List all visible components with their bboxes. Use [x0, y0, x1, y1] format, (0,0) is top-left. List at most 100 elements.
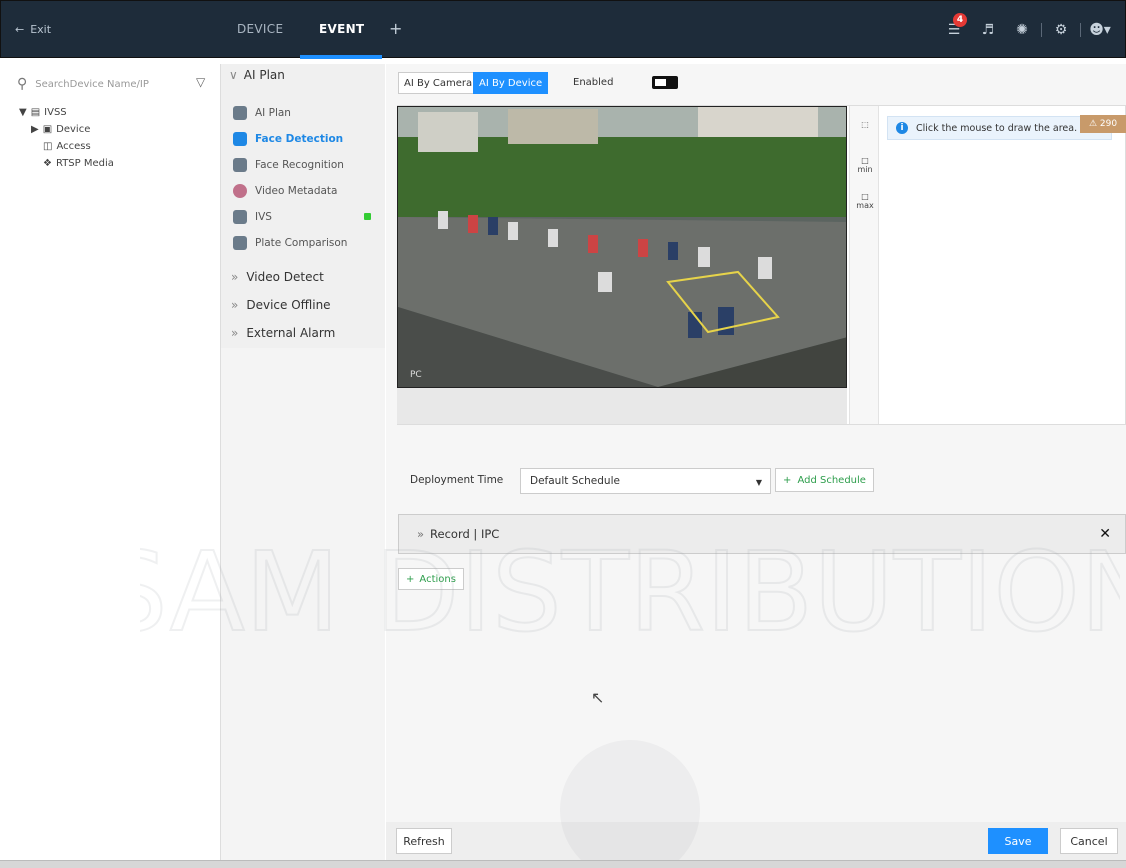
- plus-icon: +: [406, 573, 415, 585]
- menu-item-face-detection[interactable]: Face Detection: [233, 126, 371, 152]
- menu-item-label: Video Metadata: [255, 185, 338, 197]
- warning-icon: ⚠: [1088, 119, 1100, 129]
- refresh-button[interactable]: Refresh: [396, 828, 452, 854]
- enabled-status-indicator: [364, 213, 371, 220]
- camera-preview[interactable]: PC: [397, 106, 847, 388]
- notification-badge: 4: [953, 13, 967, 27]
- mouse-cursor-icon: ↖: [591, 688, 605, 707]
- ai-plan-icon: [233, 106, 247, 120]
- tab-device[interactable]: DEVICE: [237, 22, 283, 36]
- task-list-icon[interactable]: ☰ 4: [939, 13, 969, 41]
- tab-ai-by-device[interactable]: AI By Device: [473, 72, 549, 94]
- warning-badge[interactable]: ⚠ 290: [1080, 115, 1126, 133]
- filter-icon[interactable]: ▽: [196, 75, 205, 89]
- network-icon[interactable]: ✺: [1007, 19, 1037, 41]
- preview-footer: [397, 388, 847, 424]
- horizontal-scrollbar[interactable]: [0, 860, 1126, 868]
- device-tree: ▼ ▤ IVSS ▶ ▣ Device ◫ Access ❖ RTSP Medi…: [19, 104, 114, 172]
- expand-icon: »: [417, 527, 425, 541]
- exit-label: Exit: [30, 23, 52, 36]
- user-icon[interactable]: ☻▾: [1085, 19, 1115, 41]
- tree-item-rtsp-media[interactable]: ❖ RTSP Media: [19, 155, 114, 172]
- top-toolbar: ☰ 4 ♬ ✺ ⚙ ☻▾: [939, 13, 1115, 41]
- draw-hint: i Click the mouse to draw the area.: [887, 116, 1112, 140]
- face-recognition-icon: [233, 158, 247, 172]
- gear-icon[interactable]: ⚙: [1046, 19, 1076, 41]
- section-label: Device Offline: [246, 298, 331, 312]
- back-arrow-icon: ←: [15, 23, 25, 36]
- menu-item-face-recognition[interactable]: Face Recognition: [233, 152, 371, 178]
- ivs-icon: [233, 210, 247, 224]
- tool-label: min: [857, 165, 873, 174]
- exit-button[interactable]: ← Exit: [15, 23, 51, 36]
- add-actions-button[interactable]: + Actions: [398, 568, 464, 590]
- menu-item-label: Plate Comparison: [255, 237, 348, 249]
- menu-item-ivs[interactable]: IVS: [233, 204, 371, 230]
- active-tab-indicator: [300, 55, 382, 59]
- chevron-down-icon: ▼: [755, 478, 762, 487]
- plus-icon: +: [783, 474, 792, 486]
- ai-plan-group: ∨ AI Plan AI Plan Face Detection Face Re…: [221, 64, 385, 348]
- section-video-detect[interactable]: » Video Detect: [231, 270, 324, 284]
- close-icon[interactable]: ✕: [1099, 526, 1111, 542]
- ai-plan-header[interactable]: ∨ AI Plan: [229, 68, 285, 82]
- section-external-alarm[interactable]: » External Alarm: [231, 326, 335, 340]
- search-placeholder: SearchDevice Name/IP: [35, 78, 149, 90]
- expand-icon: »: [231, 298, 239, 312]
- expand-icon[interactable]: ▼: [19, 107, 27, 118]
- section-label: External Alarm: [246, 326, 336, 340]
- menu-blank-area: [221, 348, 385, 860]
- divider: [1080, 23, 1081, 37]
- record-action-bar[interactable]: » Record | IPC ✕: [398, 514, 1126, 554]
- collapse-icon: ∨: [229, 68, 238, 82]
- record-label: Record | IPC: [430, 527, 500, 541]
- ai-plan-header-label: AI Plan: [243, 68, 285, 82]
- menu-item-ai-plan[interactable]: AI Plan: [233, 100, 371, 126]
- expand-icon[interactable]: ▶: [31, 124, 39, 135]
- tree-root[interactable]: ▼ ▤ IVSS: [19, 104, 114, 121]
- section-device-offline[interactable]: » Device Offline: [231, 298, 331, 312]
- menu-item-label: Face Recognition: [255, 159, 344, 171]
- menu-item-label: AI Plan: [255, 107, 291, 119]
- menu-item-plate-comparison[interactable]: Plate Comparison: [233, 230, 371, 256]
- schedule-value: Default Schedule: [530, 475, 620, 487]
- menu-item-label: Face Detection: [255, 133, 344, 145]
- tree-item-access[interactable]: ◫ Access: [19, 138, 114, 155]
- add-schedule-button[interactable]: + Add Schedule: [775, 468, 874, 492]
- max-size-icon[interactable]: □ max: [854, 192, 876, 214]
- divider: [1041, 23, 1042, 37]
- face-detection-icon: [233, 132, 247, 146]
- schedule-select[interactable]: Default Schedule ▼: [520, 468, 771, 494]
- ivss-icon: ▤: [30, 107, 41, 118]
- alarm-icon[interactable]: ♬: [973, 19, 1003, 41]
- add-tab-icon[interactable]: +: [389, 19, 402, 38]
- tree-root-label: IVSS: [44, 107, 67, 118]
- enabled-toggle[interactable]: [652, 76, 678, 89]
- tree-item-label: Device: [56, 124, 91, 135]
- access-icon: ◫: [43, 141, 53, 152]
- menu-item-video-metadata[interactable]: Video Metadata: [233, 178, 371, 204]
- tree-item-device[interactable]: ▶ ▣ Device: [19, 121, 114, 138]
- tab-ai-by-camera[interactable]: AI By Camera: [398, 72, 479, 94]
- search-icon: ⚲: [17, 76, 28, 92]
- deployment-time-label: Deployment Time: [410, 474, 504, 486]
- plate-comparison-icon: [233, 236, 247, 250]
- draw-rule-icon[interactable]: ⬚: [854, 120, 876, 142]
- add-schedule-label: Add Schedule: [797, 474, 866, 486]
- section-label: Video Detect: [246, 270, 324, 284]
- video-metadata-icon: [233, 184, 247, 198]
- min-size-icon[interactable]: □ min: [854, 156, 876, 178]
- tab-event[interactable]: EVENT: [319, 22, 364, 36]
- save-button[interactable]: Save: [988, 828, 1048, 854]
- expand-icon: »: [231, 326, 239, 340]
- event-menu-panel: ∨ AI Plan AI Plan Face Detection Face Re…: [221, 64, 385, 860]
- cancel-button[interactable]: Cancel: [1060, 828, 1118, 854]
- device-tree-panel: ⚲ SearchDevice Name/IP ▽ ▼ ▤ IVSS ▶ ▣ De…: [9, 64, 221, 860]
- search-input[interactable]: ⚲ SearchDevice Name/IP: [17, 72, 192, 96]
- device-icon: ▣: [42, 124, 53, 135]
- menu-item-label: IVS: [255, 211, 272, 223]
- camera-scene-image: PC: [398, 107, 846, 387]
- rtsp-icon: ❖: [43, 158, 52, 169]
- warning-label: 290: [1099, 119, 1118, 129]
- ai-plan-menu: AI Plan Face Detection Face Recognition …: [233, 100, 371, 256]
